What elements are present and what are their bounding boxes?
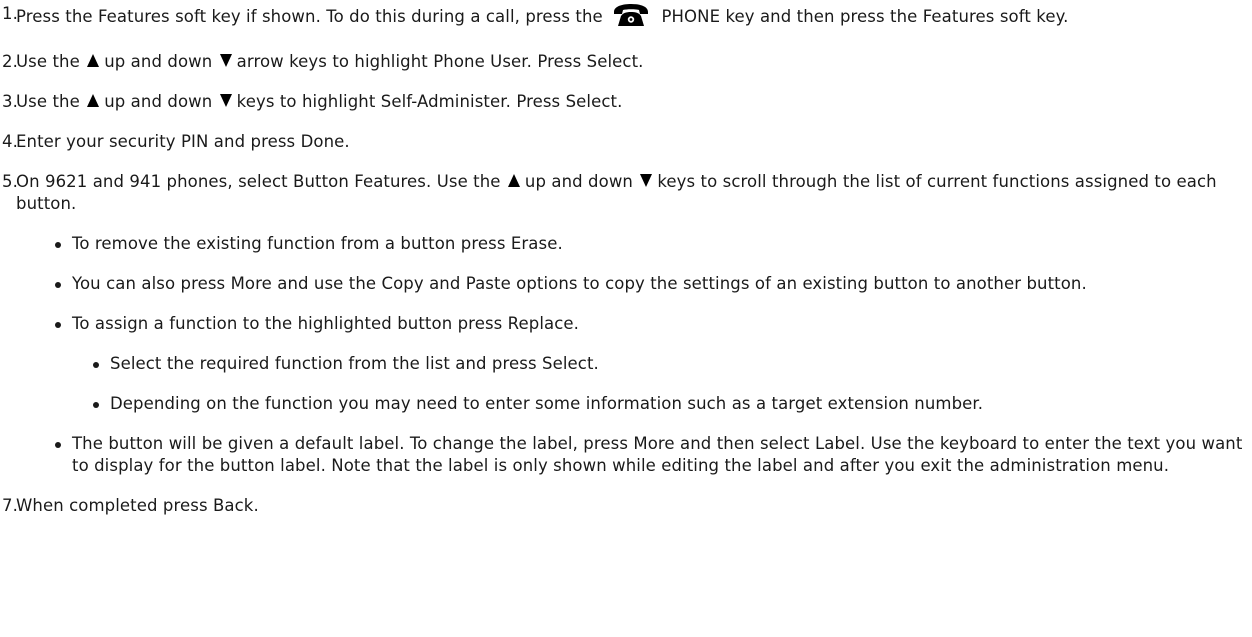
instruction-steps-list: 1. Press the Features soft key if shown. … [0,0,1252,517]
sub-bullet-text: Depending on the function you may need t… [110,394,984,413]
up-arrow-icon [87,54,100,70]
help-page: { "steps": [ { "num": "1.", "segments": … [0,0,1252,637]
bullet-item: To assign a function to the highlighted … [54,313,1252,415]
bullet-item: You can also press More and use the Copy… [54,273,1252,295]
step-text-segment: arrow keys to highlight Phone User. Pres… [236,52,644,71]
bullet-list: To remove the existing function from a b… [16,233,1252,477]
step-text: When completed press Back. [16,495,1252,517]
sub-bullet-text: Select the required function from the li… [110,354,599,373]
step-text-segment: keys to highlight Self-Administer. Press… [236,92,623,111]
sub-bullet-item: Select the required function from the li… [92,353,1252,375]
step-item: 2. Use the up and down arrow keys to high… [0,51,1252,73]
step-item: 7. When completed press Back. [0,495,1252,517]
step-text-segment: On 9621 and 941 phones, select Button Fe… [16,172,506,191]
step-text-segment: up and down [104,52,218,71]
step-text-segment: PHONE key and then press the Features so… [656,7,1069,26]
step-text: Press the Features soft key if shown. To… [16,3,1252,33]
step-text: On 9621 and 941 phones, select Button Fe… [16,171,1252,215]
step-text-segment: Use the [16,52,86,71]
down-arrow-icon [219,94,232,110]
bullet-item: The button will be given a default label… [54,433,1252,477]
step-item: 1. Press the Features soft key if shown. … [0,3,1252,33]
step-text-segment: up and down [104,92,218,111]
step-number: 1. [2,4,18,23]
up-arrow-icon [507,174,520,190]
step-item: 3. Use the up and down keys to highlight … [0,91,1252,113]
step-number: 7. [2,496,18,515]
bullet-text: To remove the existing function from a b… [72,234,563,253]
step-text-segment: Use the [16,92,86,111]
step-text: Use the up and down arrow keys to highli… [16,51,1252,73]
step-text-segment: Enter your security PIN and press Done. [16,132,350,151]
bullet-text: The button will be given a default label… [72,434,1243,475]
bullet-text: To assign a function to the highlighted … [72,314,579,333]
step-text-segment: up and down [524,172,639,191]
up-arrow-icon [87,94,100,110]
step-number: 5. [2,172,18,191]
step-number: 2. [2,52,18,71]
step-item: 4. Enter your security PIN and press Done… [0,131,1252,153]
step-text-segment: When completed press Back. [16,496,259,515]
bullet-item: To remove the existing function from a b… [54,233,1252,255]
sub-bullet-item: Depending on the function you may need t… [92,393,1252,415]
step-text: Use the up and down keys to highlight Se… [16,91,1252,113]
phone-icon [612,3,650,33]
sub-bullet-list: Select the required function from the li… [72,353,1252,415]
step-number: 4. [2,132,18,151]
down-arrow-icon [219,54,232,70]
step-text: Enter your security PIN and press Done. [16,131,1252,153]
step-text-segment: Press the Features soft key if shown. To… [16,7,609,26]
bullet-text: You can also press More and use the Copy… [72,274,1087,293]
step-number: 3. [2,92,18,111]
down-arrow-icon [640,174,653,190]
step-item: 5. On 9621 and 941 phones, select Button … [0,171,1252,477]
